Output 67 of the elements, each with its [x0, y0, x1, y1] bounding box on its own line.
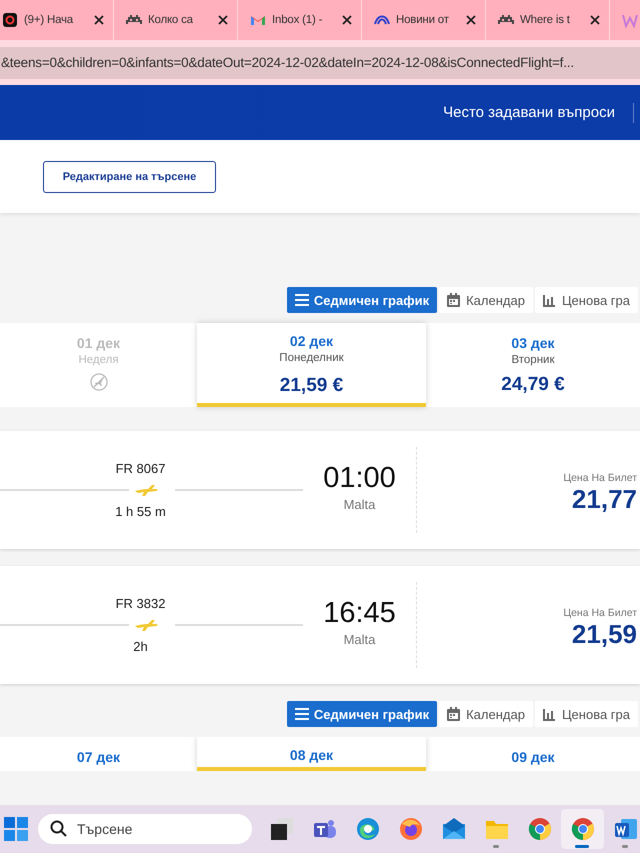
date-label: 02 дек — [290, 333, 334, 349]
ticket-price: 21,77 — [572, 484, 637, 514]
date-label: 08 дек — [290, 747, 334, 763]
flight-number: FR 3832 — [116, 596, 166, 611]
date-tab[interactable]: 02 дек Понеделник 21,59 € — [197, 323, 426, 407]
windows-start-icon — [4, 817, 28, 841]
date-label: 09 дек — [511, 749, 555, 765]
price-caption: Цена На Билет — [563, 472, 637, 484]
running-indicator — [575, 845, 589, 848]
flight-duration: 2h — [133, 639, 148, 654]
arrival-city: Malta — [344, 497, 376, 512]
date-label: 01 дек — [76, 335, 120, 351]
view-tab[interactable]: Седмичен график — [286, 287, 438, 313]
list-icon — [294, 293, 309, 307]
edit-search-button[interactable]: Редактиране на търсене — [43, 160, 216, 192]
ticket-price: 21,59 — [572, 618, 637, 650]
flight-card[interactable]: FR 3832 2h 16:45 Malta Цена На Билет 21,59 — [0, 566, 640, 684]
arrival-time: 01:00 — [323, 462, 396, 495]
date-tab[interactable]: 03 дек Вторник 24,79 € — [426, 323, 640, 407]
price-label: 21,59 € — [280, 375, 344, 397]
overlapping-squares-icon — [268, 816, 294, 842]
flight-duration: 1 h 55 m — [115, 504, 166, 519]
price-label: 24,79 € — [501, 374, 565, 396]
chrome-icon — [570, 816, 596, 842]
no-flights-icon — [90, 373, 108, 391]
chrome-icon — [526, 816, 552, 842]
edge-icon — [354, 816, 380, 842]
date-tab[interactable]: 07 дек — [0, 737, 197, 771]
date-tab[interactable]: 08 дек — [197, 737, 426, 771]
close-icon — [589, 14, 601, 26]
word-icon — [612, 816, 638, 842]
w-logo-icon — [622, 12, 638, 28]
view-tab[interactable]: Ценова гра — [534, 701, 638, 727]
date-label: 03 дек — [511, 335, 555, 351]
running-indicator — [493, 845, 499, 848]
close-icon — [465, 14, 477, 26]
view-tab[interactable]: Календар — [439, 287, 533, 313]
weekday-label: Неделя — [78, 354, 119, 366]
view-tab[interactable]: Ценова гра — [534, 287, 638, 313]
plane-icon — [133, 617, 159, 633]
date-label: 07 дек — [76, 749, 120, 765]
plane-icon — [133, 482, 159, 498]
arrival-city: Malta — [344, 632, 376, 647]
arrival-time: 16:45 — [323, 597, 396, 630]
weekday-label: Вторник — [511, 354, 555, 366]
close-icon — [217, 14, 229, 26]
taskbar-search-field[interactable]: Търсене — [38, 814, 252, 844]
close-icon — [93, 14, 105, 26]
list-icon — [294, 707, 309, 721]
bar-chart-icon — [542, 707, 557, 721]
date-tab[interactable]: 09 дек — [426, 737, 640, 771]
flight-card[interactable]: FR 8067 1 h 55 m 01:00 Malta Цена На Билет 21,77 — [0, 431, 640, 549]
bar-chart-icon — [542, 293, 557, 307]
view-tab[interactable]: Календар — [439, 701, 533, 727]
firefox-icon — [398, 816, 424, 842]
view-tab[interactable]: Седмичен график — [286, 701, 438, 727]
search-icon — [50, 820, 67, 837]
flight-number: FR 8067 — [116, 461, 166, 476]
running-indicator — [622, 845, 628, 848]
price-caption: Цена На Билет — [563, 606, 637, 618]
mail-icon — [440, 816, 466, 842]
close-icon — [341, 14, 353, 26]
calendar-icon — [447, 293, 462, 307]
weekday-label: Понеделник — [279, 352, 344, 364]
nav-link[interactable]: Често задавани въпроси — [443, 104, 615, 121]
calendar-icon — [447, 707, 462, 721]
address-field[interactable]: &teens=0&children=0&infants=0&dateOut=2024-12-02&dateIn=2024-12-08&isConnectedFlight=f... — [0, 46, 640, 78]
